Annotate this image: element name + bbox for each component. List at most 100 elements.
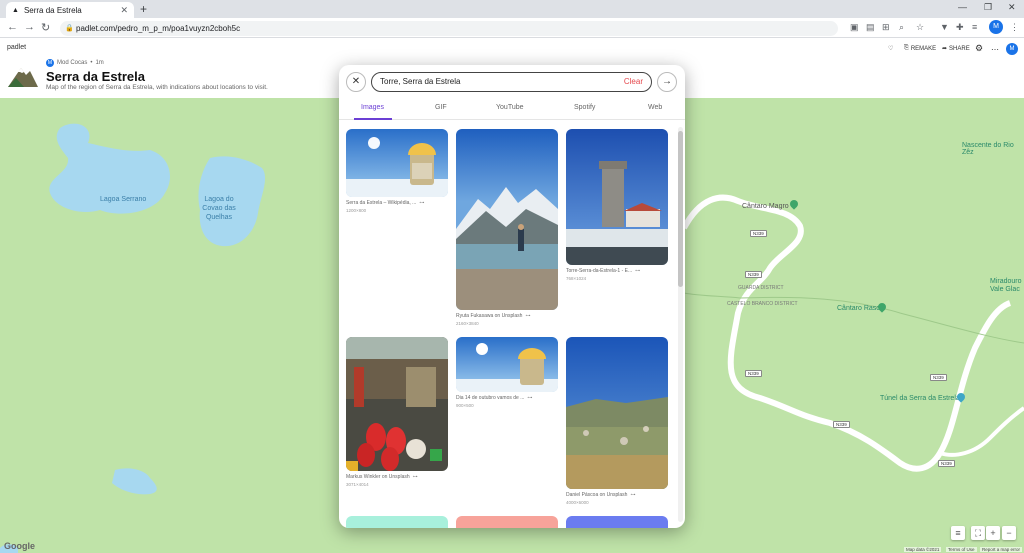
- road-shield: N339: [833, 421, 850, 428]
- image-result[interactable]: [346, 516, 448, 528]
- padlet-logo[interactable]: padlet: [7, 44, 26, 51]
- padlet-profile-avatar[interactable]: M: [1006, 43, 1018, 55]
- post-time: 1m: [95, 60, 104, 66]
- extension-icon[interactable]: ▼: [940, 22, 949, 32]
- terms-link[interactable]: Terms of Use: [946, 547, 977, 552]
- road-shield: N339: [930, 374, 947, 381]
- mountain-icon: [8, 68, 38, 87]
- result-image: [346, 129, 448, 197]
- image-result[interactable]: [566, 516, 668, 528]
- image-result[interactable]: Daniel Páscoa on Unsplash ⊶ 4000×6000: [566, 337, 668, 505]
- arrow-right-icon[interactable]: →: [657, 72, 677, 92]
- road-shield: N339: [745, 271, 762, 278]
- dot-separator: •: [90, 60, 93, 66]
- page-description: Map of the region of Serra da Estrela, w…: [46, 84, 268, 91]
- tab-images[interactable]: Images: [361, 104, 384, 111]
- scrollbar-thumb[interactable]: [678, 131, 683, 287]
- lagoa-covao-label: Lagoa do Covao das Quelhas: [202, 196, 236, 221]
- image-result[interactable]: Markus Winkler on Unsplash ⊶ 3071×4014: [346, 337, 448, 487]
- image-result[interactable]: Torre-Serra-da-Estrela-1 - E... ⊶ 768×102…: [566, 129, 668, 281]
- lock-icon: 🔒: [65, 25, 74, 32]
- new-tab-button[interactable]: +: [140, 2, 147, 16]
- result-image: [456, 337, 558, 392]
- castelo-branco-district-label: CASTELO BRANCO DISTRICT: [727, 301, 798, 307]
- lagoa-serrano-label: Lagoa Serrano: [100, 196, 147, 203]
- result-dimensions: 768×1024: [566, 276, 587, 281]
- search-value: Torre, Serra da Estrela: [380, 77, 461, 86]
- minimize-button[interactable]: —: [958, 2, 967, 12]
- media-tabs: Images GIF YouTube Spotify Web: [339, 100, 685, 120]
- link-icon: ⊶: [635, 268, 641, 274]
- author-avatar: M: [46, 59, 54, 67]
- result-caption: Daniel Páscoa on Unsplash: [566, 492, 628, 498]
- result-dimensions: 4000×6000: [566, 500, 589, 505]
- back-icon[interactable]: ←: [7, 21, 18, 33]
- share-button[interactable]: ➦ SHARE: [942, 45, 970, 53]
- guarda-district-label: GUARDA DISTRICT: [738, 285, 784, 291]
- image-result[interactable]: [456, 516, 558, 528]
- reading-list-icon[interactable]: ≡: [972, 22, 977, 32]
- map-layers-icon[interactable]: ≡: [951, 526, 965, 540]
- browser-tab[interactable]: ▲ Serra da Estrela ✕: [6, 2, 134, 18]
- puzzle-icon[interactable]: ✚: [956, 22, 964, 33]
- image-result[interactable]: Serra da Estrela – Wikipédia, ... ⊶ 1200×…: [346, 129, 448, 213]
- bookmark-star-icon[interactable]: ☆: [916, 22, 924, 33]
- heart-icon[interactable]: ♡: [888, 45, 893, 52]
- author-row: M Mod Cocas • 1m: [46, 59, 104, 67]
- share-icon: ➦: [942, 46, 948, 52]
- road-shield: N339: [745, 370, 762, 377]
- result-image: [566, 129, 668, 265]
- cantaro-magro-label: Cântaro Magro: [742, 203, 789, 210]
- remake-button[interactable]: ⎘ REMAKE: [904, 45, 936, 52]
- browser-profile-avatar[interactable]: M: [989, 20, 1003, 34]
- zoom-in-button[interactable]: +: [986, 526, 1000, 540]
- forward-icon[interactable]: →: [24, 21, 35, 33]
- close-modal-icon[interactable]: ✕: [346, 72, 366, 92]
- active-tab-indicator: [354, 118, 392, 120]
- map-data-text: Map data ©2021: [904, 547, 942, 552]
- media-search-modal: ✕ Torre, Serra da Estrela Clear → Images…: [339, 65, 685, 528]
- result-caption: Dia 14 de outubro vamos de ...: [456, 395, 525, 401]
- report-error-link[interactable]: Report a map error: [980, 547, 1023, 552]
- result-dimensions: 2160×3840: [456, 321, 479, 326]
- image-result[interactable]: Dia 14 de outubro vamos de ... ⊶ 900×500: [456, 337, 558, 408]
- lake: [112, 468, 157, 495]
- result-caption: Torre-Serra-da-Estrela-1 - E...: [566, 268, 633, 274]
- zoom-out-button[interactable]: −: [1002, 526, 1016, 540]
- link-icon: ⊶: [412, 474, 418, 480]
- close-window-button[interactable]: ✕: [1008, 2, 1016, 13]
- tab-youtube[interactable]: YouTube: [496, 104, 524, 111]
- result-caption: Ryuta Fukasawa on Unsplash: [456, 313, 523, 319]
- scrollbar[interactable]: [678, 127, 683, 522]
- fullscreen-icon[interactable]: ⛶: [971, 526, 985, 540]
- restore-button[interactable]: ❐: [984, 2, 992, 13]
- cantaro-raso-label: Cântaro Raso: [837, 305, 881, 312]
- settings-gear-icon[interactable]: ⚙: [975, 43, 983, 54]
- more-icon[interactable]: ⋯: [991, 45, 999, 54]
- zoom-icon[interactable]: ⌕: [899, 22, 904, 33]
- google-logo: Google: [4, 541, 35, 551]
- result-dimensions: 900×500: [456, 403, 474, 408]
- link-icon: ⊶: [630, 492, 636, 498]
- result-image: [456, 129, 558, 310]
- result-dimensions: 3071×4014: [346, 482, 369, 487]
- page-title: Serra da Estrela: [46, 69, 146, 84]
- result-caption: Serra da Estrela – Wikipédia, ...: [346, 200, 417, 206]
- link-icon: ⊶: [525, 313, 531, 319]
- tab-web[interactable]: Web: [648, 104, 662, 111]
- translate-icon[interactable]: ⊞: [882, 22, 890, 33]
- road: [681, 194, 1012, 472]
- search-input[interactable]: Torre, Serra da Estrela Clear: [371, 72, 652, 92]
- image-result[interactable]: Ryuta Fukasawa on Unsplash ⊶ 2160×3840: [456, 129, 558, 326]
- link-icon: ⊶: [527, 395, 533, 401]
- browser-menu-icon[interactable]: ⋮: [1010, 22, 1019, 33]
- extension-icon[interactable]: ▣: [850, 22, 859, 33]
- author-name: Mod Cocas: [57, 60, 88, 66]
- tab-spotify[interactable]: Spotify: [574, 104, 595, 111]
- clear-button[interactable]: Clear: [624, 73, 643, 90]
- extension-icon[interactable]: ▤: [866, 22, 875, 33]
- tab-gif[interactable]: GIF: [435, 104, 447, 111]
- url-input[interactable]: 🔒 padlet.com/pedro_m_p_m/poa1vuyzn2cboh5…: [60, 21, 838, 36]
- reload-icon[interactable]: ↻: [41, 21, 50, 34]
- close-tab-icon[interactable]: ✕: [120, 5, 128, 16]
